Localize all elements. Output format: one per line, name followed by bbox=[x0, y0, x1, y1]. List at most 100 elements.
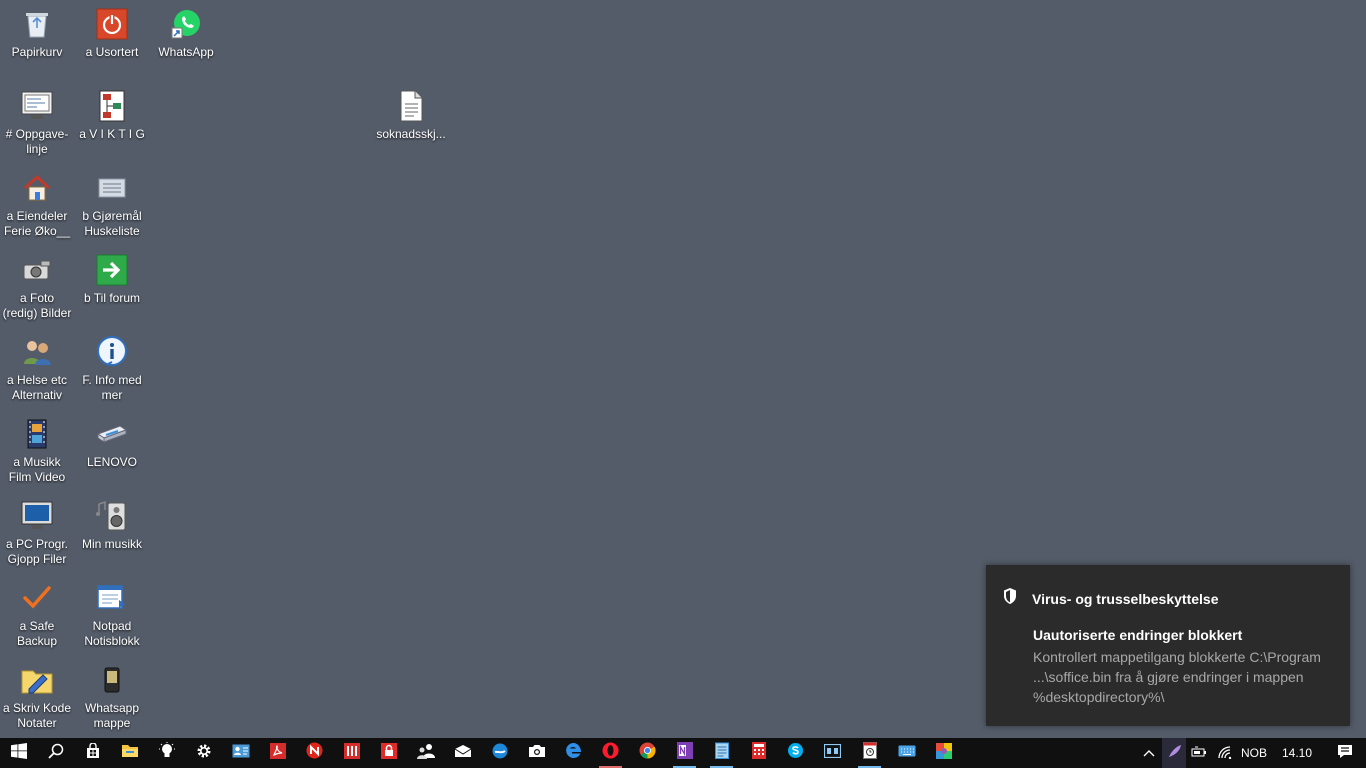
n-logo-icon bbox=[306, 742, 323, 764]
desktop-icon-pcprogr[interactable]: a PC Progr. Gjopp Filer bbox=[0, 494, 74, 567]
taskbar-app-blue[interactable] bbox=[481, 738, 518, 768]
opera-icon bbox=[602, 742, 619, 764]
taskbar-mail[interactable] bbox=[444, 738, 481, 768]
store-icon bbox=[85, 741, 101, 764]
clock-app-icon bbox=[862, 742, 877, 764]
desktop-icon-notpad[interactable]: Notpad Notisblokk bbox=[75, 576, 149, 649]
taskbar-store[interactable] bbox=[74, 738, 111, 768]
desktop-icon-skrivkode[interactable]: a Skriv Kode Notater bbox=[0, 658, 74, 731]
taskbar-chrome[interactable] bbox=[629, 738, 666, 768]
people-icon bbox=[20, 335, 54, 369]
keyboard-icon bbox=[898, 744, 916, 762]
tray-network[interactable] bbox=[1212, 738, 1238, 768]
color-grid-icon bbox=[935, 742, 952, 764]
taskbar-keyboard[interactable] bbox=[888, 738, 925, 768]
desktop-icon-tilforum[interactable]: b Til forum bbox=[75, 248, 149, 306]
desktop-icon-soknad[interactable]: soknadsskj... bbox=[374, 84, 448, 142]
mail-icon bbox=[454, 744, 472, 763]
toast-body: Kontrollert mappetilgang blokkerte C:\Pr… bbox=[1033, 649, 1321, 705]
desktop-icon-helse[interactable]: a Helse etc Alternativ bbox=[0, 330, 74, 403]
taskbar-lock-app[interactable] bbox=[370, 738, 407, 768]
desktop-icon-oppgavelinje[interactable]: # Oppgave- linje bbox=[0, 84, 74, 157]
whatsapp-icon bbox=[169, 7, 203, 41]
desktop-icon-label: a Musikk Film Video bbox=[8, 455, 66, 484]
desktop-icon-label: a PC Progr. Gjopp Filer bbox=[5, 537, 69, 566]
taskbar-opera[interactable] bbox=[592, 738, 629, 768]
desktop-icon-label: a V I K T I G bbox=[79, 127, 145, 141]
action-center-button[interactable] bbox=[1324, 738, 1366, 768]
taskbar-app-n[interactable] bbox=[296, 738, 333, 768]
desktop-icon-label: soknadsskj... bbox=[376, 127, 446, 141]
taskbar-app-bars[interactable] bbox=[333, 738, 370, 768]
desktop-icon-label: Papirkurv bbox=[11, 45, 63, 59]
taskbar-skype[interactable] bbox=[777, 738, 814, 768]
battery-icon bbox=[1191, 746, 1207, 761]
taskbar-onenote[interactable] bbox=[666, 738, 703, 768]
desktop-icon-label: a Foto (redig) Bilder bbox=[2, 291, 72, 320]
folder-pencil-icon bbox=[20, 663, 54, 697]
desktop-icon-label: WhatsApp bbox=[158, 45, 214, 59]
feather-icon bbox=[1166, 744, 1182, 763]
taskbar-contacts[interactable] bbox=[222, 738, 259, 768]
gear-icon bbox=[196, 743, 212, 764]
taskbar-acrobat[interactable] bbox=[259, 738, 296, 768]
taskbar-edge[interactable] bbox=[555, 738, 592, 768]
taskbar-people-app[interactable] bbox=[407, 738, 444, 768]
info-icon bbox=[95, 335, 129, 369]
desktop-icon-label: a Safe Backup bbox=[16, 619, 58, 648]
wifi-icon bbox=[1217, 745, 1233, 762]
taskbar-notepad[interactable] bbox=[703, 738, 740, 768]
desktop-icon-gjoremal[interactable]: b Gjøremål Huskeliste bbox=[75, 166, 149, 239]
desktop-icon-label: b Til forum bbox=[83, 291, 140, 305]
desktop-icon-papirkurv[interactable]: Papirkurv bbox=[0, 2, 74, 60]
edge-icon bbox=[565, 742, 582, 764]
desktop-icon-whatsappmappe[interactable]: Whatsapp mappe bbox=[75, 658, 149, 731]
tray-battery[interactable] bbox=[1186, 738, 1212, 768]
start-button[interactable] bbox=[0, 738, 37, 768]
show-hidden-icons-button[interactable] bbox=[1136, 738, 1162, 768]
desktop-icon-musikk[interactable]: a Musikk Film Video bbox=[0, 412, 74, 485]
toast-title: Uautoriserte endringer blokkert bbox=[1033, 627, 1243, 643]
chrome-icon bbox=[639, 742, 656, 764]
recycle-bin-icon bbox=[20, 7, 54, 41]
desktop-icon-eiendeler[interactable]: a Eiendeler Ferie Øko__ bbox=[0, 166, 74, 239]
monitor-icon bbox=[20, 499, 54, 533]
taskbar-app-clock[interactable] bbox=[851, 738, 888, 768]
taskbar-calculator[interactable] bbox=[740, 738, 777, 768]
taskbar-camera[interactable] bbox=[518, 738, 555, 768]
house-icon bbox=[20, 171, 54, 205]
green-arrow-icon bbox=[95, 253, 129, 287]
desktop-icon-label: Whatsapp mappe bbox=[84, 701, 140, 730]
taskbar-app-window[interactable] bbox=[814, 738, 851, 768]
tray-clock[interactable]: 14.10 bbox=[1270, 738, 1324, 768]
people-icon bbox=[416, 743, 435, 764]
blue-circle-icon bbox=[492, 743, 508, 764]
taskbar-tips[interactable] bbox=[148, 738, 185, 768]
taskbar-color-app[interactable] bbox=[925, 738, 962, 768]
desktop-icon-viktig[interactable]: a V I K T I G bbox=[75, 84, 149, 142]
contact-card-icon bbox=[232, 744, 250, 763]
pdf-icon bbox=[269, 742, 286, 764]
onenote-icon bbox=[676, 742, 693, 764]
desktop-icon-usortert[interactable]: a Usortert bbox=[75, 2, 149, 60]
desktop-icon-minmusikk[interactable]: Min musikk bbox=[75, 494, 149, 552]
notification-toast[interactable]: Virus- og trusselbeskyttelse Uautorisert… bbox=[986, 565, 1350, 726]
desktop-icon-safebackup[interactable]: a Safe Backup bbox=[0, 576, 74, 649]
network-drive-icon bbox=[95, 417, 129, 451]
desktop-icon-label: a Helse etc Alternativ bbox=[6, 373, 68, 402]
taskbar-file-explorer[interactable] bbox=[111, 738, 148, 768]
camera-icon bbox=[528, 744, 546, 763]
taskbar-settings[interactable] bbox=[185, 738, 222, 768]
desktop-icon-whatsapp[interactable]: WhatsApp bbox=[149, 2, 223, 60]
calculator-icon bbox=[751, 742, 766, 764]
desktop-icon-lenovo[interactable]: LENOVO bbox=[75, 412, 149, 470]
desktop-icon-info[interactable]: F. Info med mer bbox=[75, 330, 149, 403]
notepad-icon bbox=[95, 581, 129, 615]
chevron-up-icon bbox=[1143, 746, 1155, 760]
skype-icon bbox=[787, 742, 804, 764]
search-button[interactable] bbox=[37, 738, 74, 768]
tray-feather-app[interactable] bbox=[1162, 738, 1186, 768]
tray-language[interactable]: NOB bbox=[1238, 738, 1270, 768]
desktop-icon-label: a Skriv Kode Notater bbox=[2, 701, 72, 730]
desktop-icon-foto[interactable]: a Foto (redig) Bilder bbox=[0, 248, 74, 321]
